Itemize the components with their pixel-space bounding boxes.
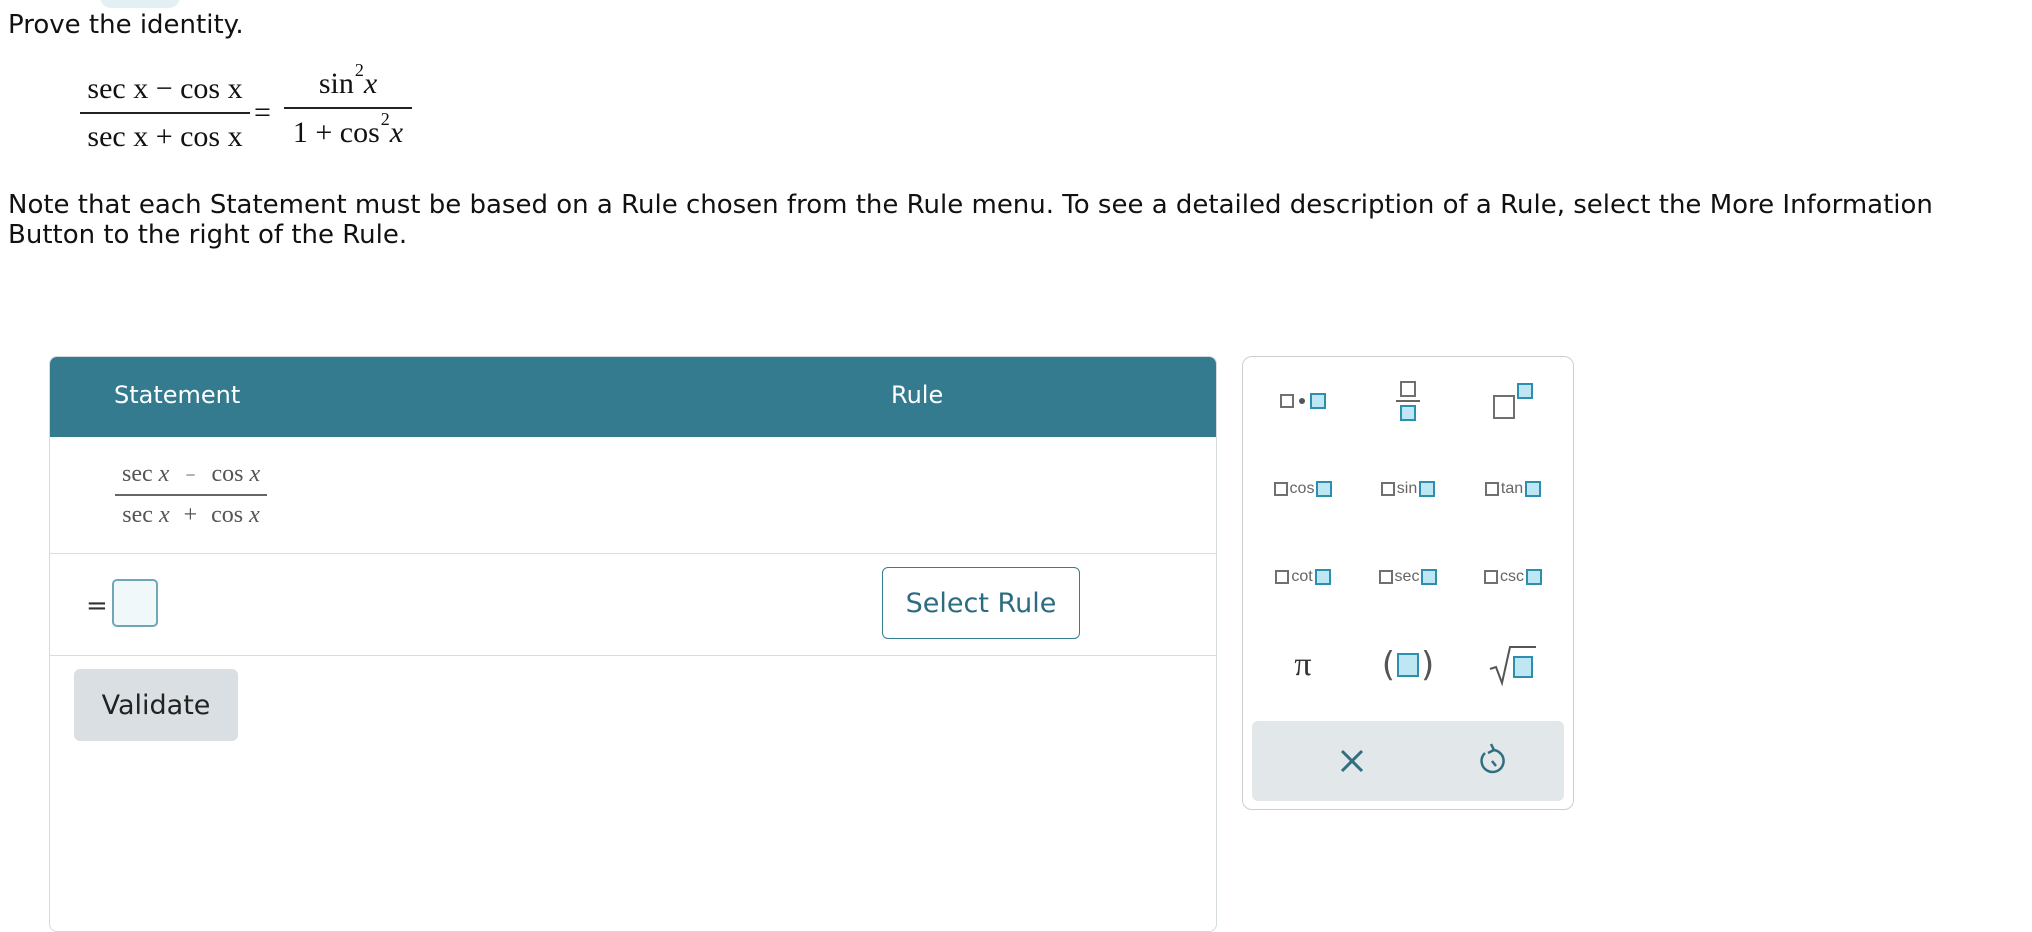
fraction-bar bbox=[115, 494, 268, 496]
given-num-cos: cos bbox=[211, 461, 244, 487]
top-tab-pill bbox=[100, 0, 180, 8]
multiply-dot-icon bbox=[1280, 393, 1326, 409]
cos-label: cos bbox=[1289, 480, 1315, 497]
given-num-var: x bbox=[158, 461, 170, 487]
rhs-num-variable: x bbox=[363, 67, 378, 100]
csc-button[interactable]: csc bbox=[1463, 547, 1563, 607]
statement-column-header: Statement bbox=[114, 381, 241, 409]
cot-label: cot bbox=[1291, 568, 1313, 585]
given-denominator: sec x + cos x bbox=[114, 502, 268, 529]
row-divider bbox=[50, 655, 1216, 656]
given-statement-fraction: sec x − cos x sec x + cos x bbox=[114, 461, 268, 529]
pi-button[interactable]: π bbox=[1253, 635, 1353, 695]
prompt-text: Prove the identity. bbox=[8, 10, 244, 40]
given-numerator: sec x − cos x bbox=[114, 461, 268, 488]
sqrt-icon bbox=[1489, 646, 1536, 687]
cos-button[interactable]: cos bbox=[1253, 459, 1353, 519]
rhs-den-exponent: 2 bbox=[380, 109, 390, 129]
proof-table-header: Statement Rule bbox=[50, 357, 1216, 437]
math-palette: cos sin tan cot sec csc π () bbox=[1242, 356, 1574, 810]
rule-column-header: Rule bbox=[891, 381, 944, 409]
fraction-button[interactable] bbox=[1358, 371, 1458, 431]
rhs-den-prefix: 1 + cos bbox=[292, 116, 380, 149]
validate-button[interactable]: Validate bbox=[74, 669, 238, 741]
given-den-cos: cos bbox=[211, 501, 244, 528]
sqrt-button[interactable] bbox=[1463, 635, 1563, 695]
sin-button[interactable]: sin bbox=[1358, 459, 1458, 519]
exponent-button[interactable] bbox=[1463, 371, 1563, 431]
sec-label: sec bbox=[1394, 568, 1420, 585]
pi-icon: π bbox=[1294, 646, 1312, 683]
csc-label: csc bbox=[1500, 568, 1524, 585]
identity-equals: = bbox=[254, 96, 271, 129]
statement-input-box[interactable] bbox=[112, 579, 158, 627]
statement-equals-sign: = bbox=[86, 591, 108, 621]
undo-icon[interactable] bbox=[1470, 739, 1514, 783]
fraction-bar bbox=[80, 112, 250, 114]
identity-rhs-denominator: 1 + cos2x bbox=[292, 109, 404, 150]
given-den-var: x bbox=[249, 501, 260, 528]
identity-lhs-denominator: sec x + cos x bbox=[87, 120, 243, 153]
cot-button[interactable]: cot bbox=[1253, 547, 1353, 607]
given-num-operator: − bbox=[185, 465, 196, 485]
rhs-num-function: sin bbox=[318, 67, 354, 100]
identity-rhs-fraction: sin2x 1 + cos2x bbox=[284, 60, 412, 150]
fraction-bar bbox=[284, 107, 412, 109]
given-den-var: x bbox=[158, 501, 170, 528]
close-icon[interactable] bbox=[1330, 739, 1374, 783]
given-num-sec: sec bbox=[122, 461, 153, 487]
identity-rhs-numerator: sin2x bbox=[318, 60, 378, 101]
exponent-icon bbox=[1493, 383, 1533, 419]
palette-action-bar bbox=[1252, 721, 1564, 801]
parentheses-button[interactable]: () bbox=[1358, 635, 1458, 695]
paren-icon: () bbox=[1381, 645, 1435, 685]
sec-button[interactable]: sec bbox=[1358, 547, 1458, 607]
instruction-note: Note that each Statement must be based o… bbox=[8, 190, 1933, 250]
multiply-dot-button[interactable] bbox=[1253, 371, 1353, 431]
select-rule-button[interactable]: Select Rule bbox=[882, 567, 1080, 639]
rhs-num-exponent: 2 bbox=[354, 60, 364, 80]
sin-label: sin bbox=[1396, 480, 1418, 497]
tan-label: tan bbox=[1500, 480, 1524, 497]
given-den-operator: + bbox=[183, 501, 198, 528]
proof-table: Statement Rule sec x − cos x sec x + cos… bbox=[49, 356, 1217, 932]
given-den-sec: sec bbox=[122, 501, 153, 528]
row-divider bbox=[50, 553, 1216, 554]
identity-lhs-numerator: sec x − cos x bbox=[87, 72, 243, 105]
identity-lhs-fraction: sec x − cos x sec x + cos x bbox=[80, 72, 250, 154]
fraction-icon bbox=[1396, 381, 1420, 421]
tan-button[interactable]: tan bbox=[1463, 459, 1563, 519]
rhs-den-variable: x bbox=[389, 116, 404, 149]
given-num-var: x bbox=[249, 461, 261, 487]
